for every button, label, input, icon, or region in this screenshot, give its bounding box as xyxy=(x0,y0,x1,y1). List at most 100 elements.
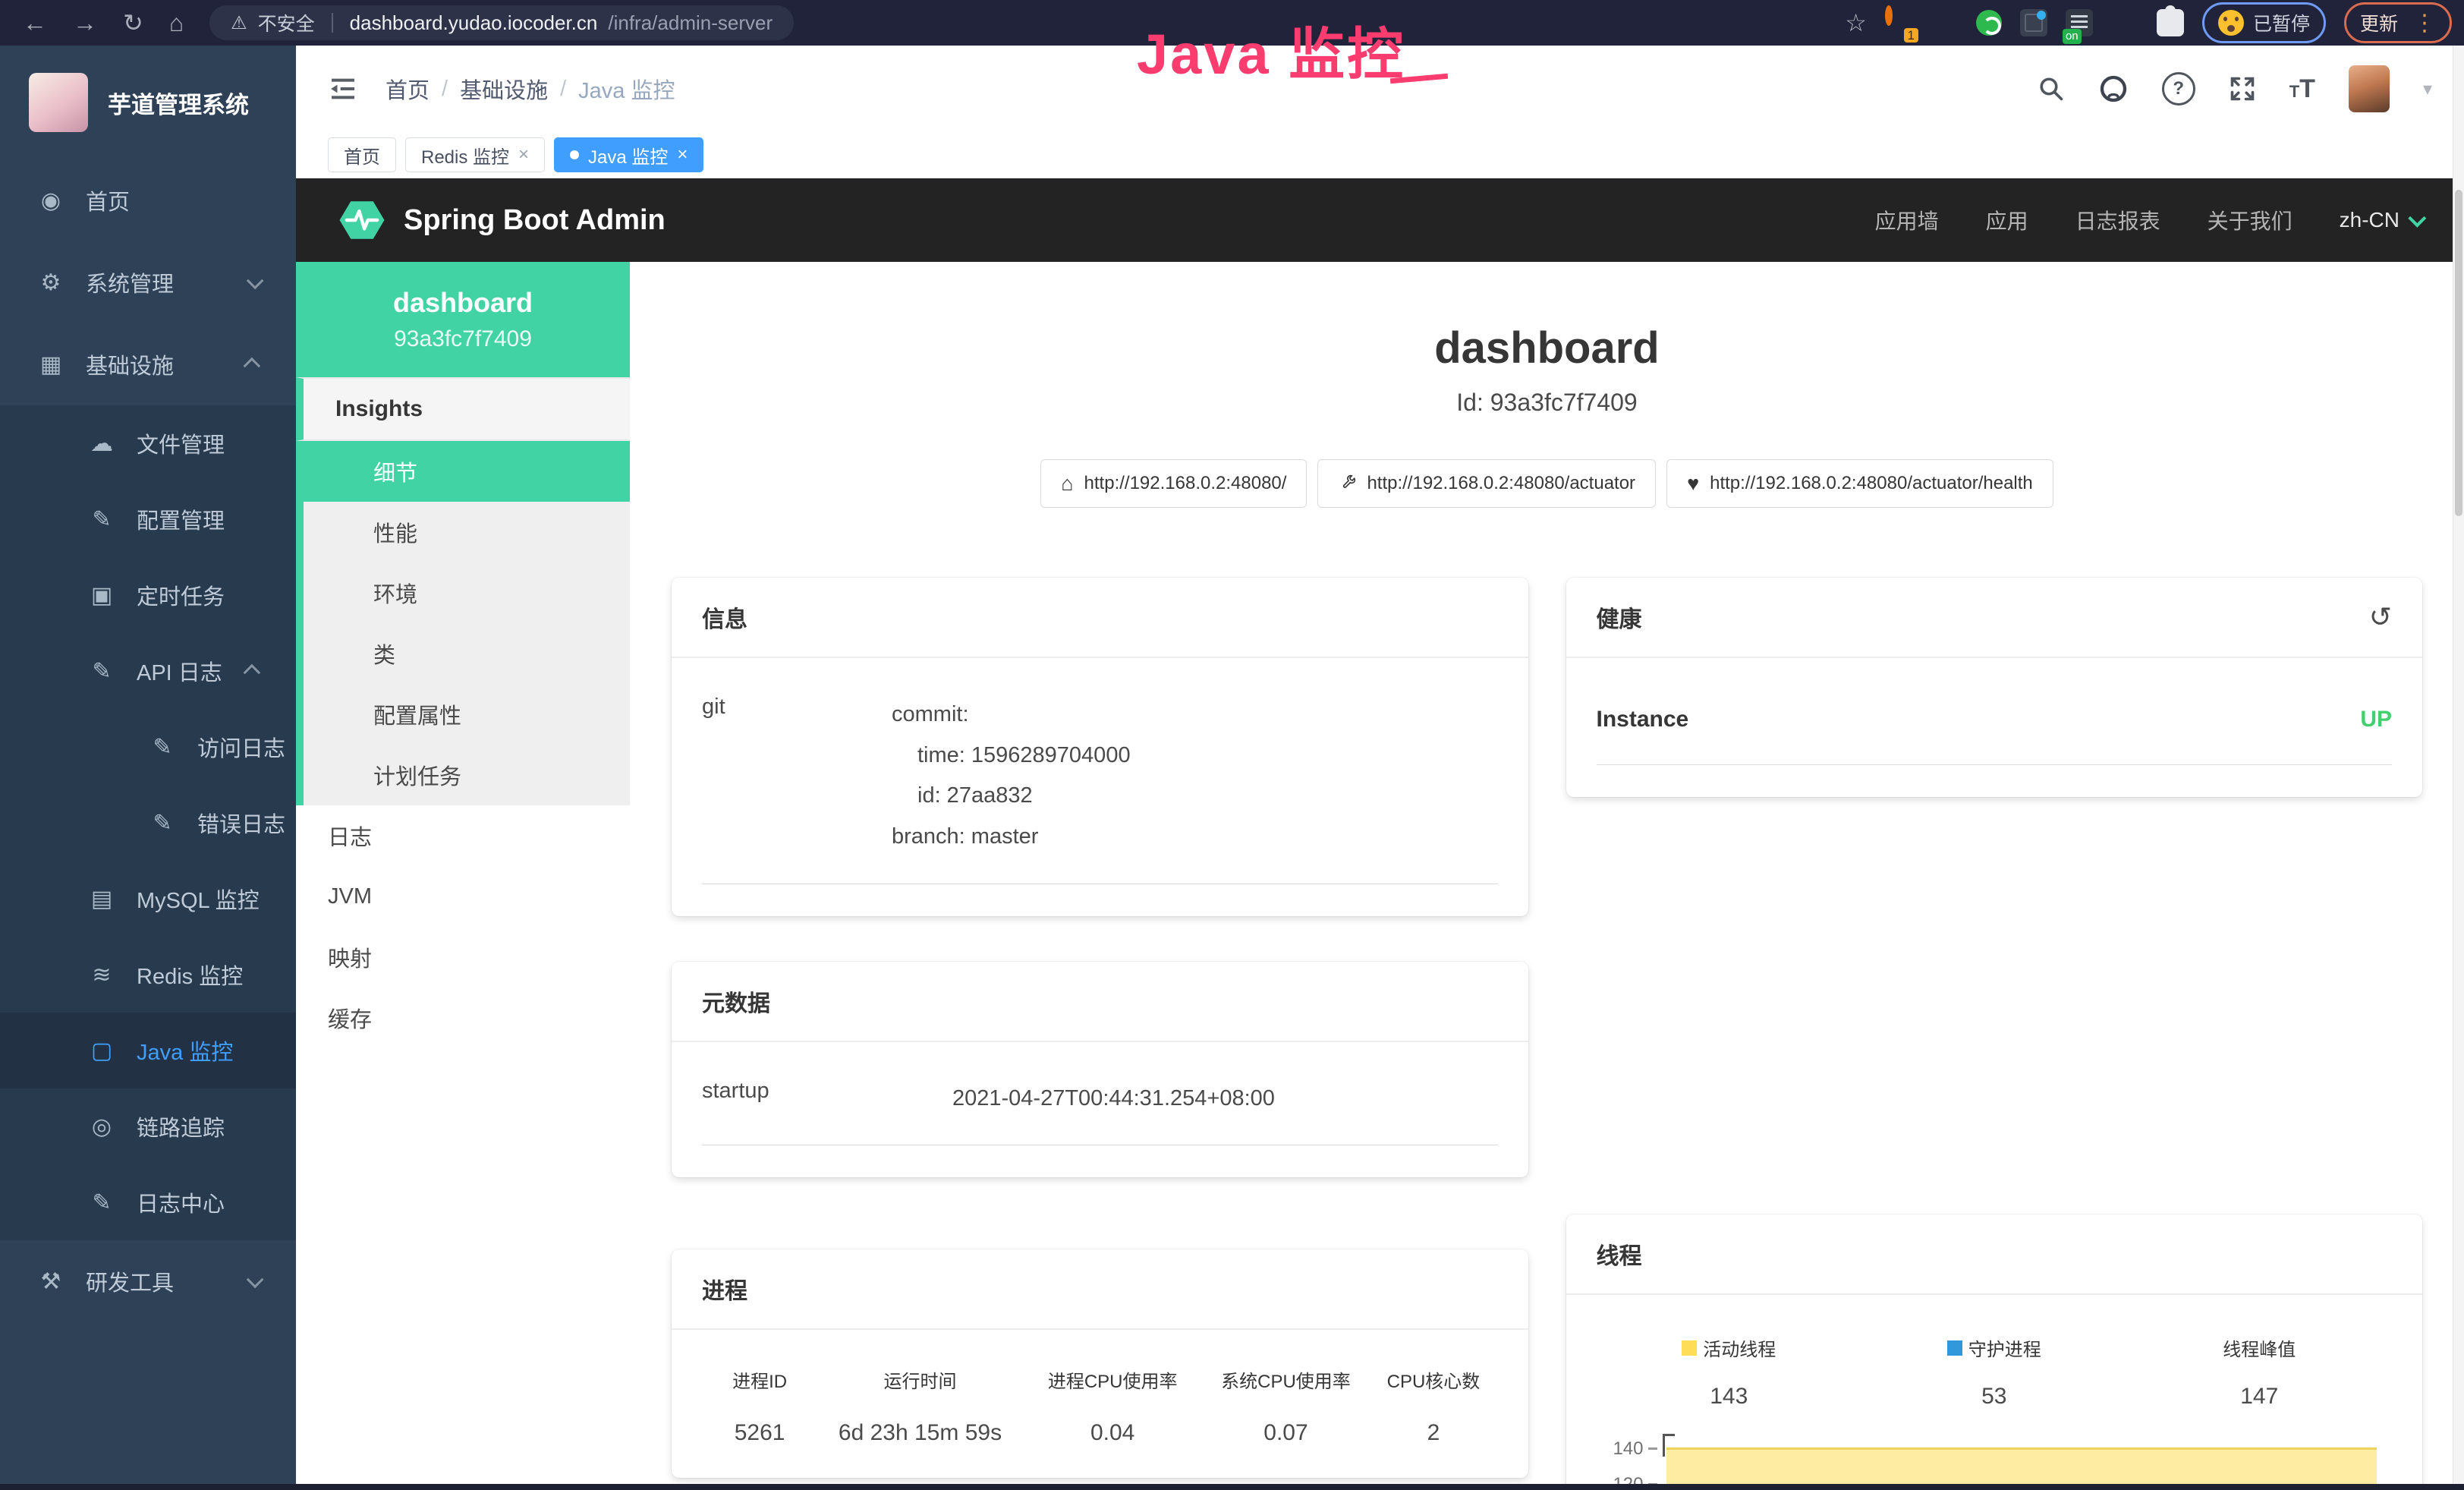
service-url-link[interactable]: ⌂ http://192.168.0.2:48080/ xyxy=(1040,459,1307,508)
sba-item-logging[interactable]: 日志 xyxy=(296,805,630,866)
chevron-down-icon xyxy=(247,1271,264,1289)
close-icon[interactable]: × xyxy=(518,144,529,165)
sidebar-item-tracing[interactable]: ◎ 链路追踪 xyxy=(0,1088,296,1164)
service-url: http://192.168.0.2:48080/ xyxy=(1084,473,1287,494)
sidebar-item-mysql-monitor[interactable]: ▤ MySQL 监控 xyxy=(0,861,296,937)
reload-icon[interactable]: ↻ xyxy=(123,8,143,37)
breadcrumb-infrastructure[interactable]: 基础设施 xyxy=(460,73,548,105)
locale-select[interactable]: zh-CN xyxy=(2340,208,2422,232)
sba-item-environment[interactable]: 环境 xyxy=(304,562,630,623)
sba-section-insights[interactable]: Insights xyxy=(296,377,630,441)
screen: ← → ↻ ⌂ ⚠ 不安全 dashboard.yudao.iocoder.cn… xyxy=(0,0,2464,1490)
instance-header[interactable]: dashboard 93a3fc7f7409 xyxy=(296,262,630,377)
sidebar-item-api-logs[interactable]: ✎ API 日志 xyxy=(0,633,296,709)
metadata-row-label: startup xyxy=(702,1079,952,1120)
close-icon[interactable]: × xyxy=(677,144,688,165)
search-icon[interactable] xyxy=(2038,75,2065,102)
tab-home[interactable]: 首页 xyxy=(328,137,396,172)
sidebar-item-files[interactable]: ☁ 文件管理 xyxy=(0,405,296,481)
breadcrumb-home[interactable]: 首页 xyxy=(385,73,430,105)
sba-item-metrics[interactable]: 性能 xyxy=(304,502,630,562)
paused-badge[interactable]: 已暂停 xyxy=(2202,2,2326,43)
sba-item-jvm[interactable]: JVM xyxy=(296,866,630,927)
forward-icon[interactable]: → xyxy=(73,9,97,37)
font-size-icon[interactable]: TT xyxy=(2289,74,2315,104)
sidebar-item-log-center[interactable]: ✎ 日志中心 xyxy=(0,1164,296,1240)
chevron-down-icon xyxy=(247,272,264,290)
sidebar-item-label: API 日志 xyxy=(137,655,222,687)
legend-value: 143 xyxy=(1710,1384,1748,1410)
help-icon[interactable]: ? xyxy=(2162,72,2195,106)
legend-daemon-threads: 守护进程 53 xyxy=(1861,1334,2127,1410)
scrollbar[interactable] xyxy=(2453,46,2464,1484)
sba-nav-wallboard[interactable]: 应用墙 xyxy=(1875,205,1939,235)
extension-list-icon[interactable]: on xyxy=(2066,9,2093,36)
sba-item-classes[interactable]: 类 xyxy=(304,623,630,684)
browser-menu-icon[interactable]: ⋮ xyxy=(2413,10,2436,36)
extension-orange-icon[interactable]: 1 xyxy=(1885,9,1912,36)
app-sidebar: 芋道管理系统 ◉ 首页 ⚙ 系统管理 ▦ 基础设施 ☁ 文件管理 xyxy=(0,46,296,1490)
sidebar-item-home[interactable]: ◉ 首页 xyxy=(0,159,296,241)
sidebar-item-java-monitor[interactable]: ▢ Java 监控 xyxy=(0,1013,296,1088)
sidebar-item-error-logs[interactable]: ✎ 错误日志 xyxy=(0,785,296,861)
tab-label: Redis 监控 xyxy=(421,142,509,169)
sba-nav-about[interactable]: 关于我们 xyxy=(2208,205,2292,235)
instance-name: dashboard xyxy=(393,287,533,319)
heart-icon: ♥ xyxy=(1687,472,1699,496)
update-button[interactable]: 更新 ⋮ xyxy=(2344,2,2452,43)
back-icon[interactable]: ← xyxy=(23,9,47,37)
sba-item-caches[interactable]: 缓存 xyxy=(296,988,630,1048)
extension-grid-icon[interactable] xyxy=(2020,9,2047,36)
fullscreen-icon[interactable] xyxy=(2229,75,2256,102)
tab-label: Java 监控 xyxy=(588,142,668,169)
health-url-link[interactable]: ♥ http://192.168.0.2:48080/actuator/heal… xyxy=(1666,459,2053,508)
tab-redis-monitor[interactable]: Redis 监控 × xyxy=(405,137,545,172)
header-actions: ? TT ▾ xyxy=(2038,65,2432,112)
update-label: 更新 xyxy=(2360,9,2398,36)
table-row: startup 2021-04-27T00:44:31.254+08:00 xyxy=(702,1079,1498,1146)
extension-pin-icon[interactable] xyxy=(1931,9,1958,36)
extension-green-icon[interactable] xyxy=(1976,10,2002,36)
sidebar-item-scheduled-jobs[interactable]: ▣ 定时任务 xyxy=(0,557,296,633)
sidebar-submenu: ☁ 文件管理 ✎ 配置管理 ▣ 定时任务 ✎ API 日志 ✎ xyxy=(0,405,296,1240)
sba-brand[interactable]: Spring Boot Admin xyxy=(338,197,666,244)
app-logo-row[interactable]: 芋道管理系统 xyxy=(0,46,296,159)
sba-item-config-props[interactable]: 配置属性 xyxy=(304,684,630,745)
sidebar-item-access-logs[interactable]: ✎ 访问日志 xyxy=(0,709,296,785)
extensions-puzzle-icon[interactable] xyxy=(2157,9,2184,36)
browser-actions: ☆ 1 on 已暂停 更新 ⋮ xyxy=(1845,2,2464,43)
home-icon[interactable]: ⌂ xyxy=(169,9,184,37)
tab-label: 首页 xyxy=(344,142,380,169)
annotation-java-monitor: Java 监控 xyxy=(1137,9,1405,90)
sba-nav-applications[interactable]: 应用 xyxy=(1986,205,2028,235)
sidebar-item-devtools[interactable]: ⚒ 研发工具 xyxy=(0,1240,296,1322)
user-menu-caret-icon[interactable]: ▾ xyxy=(2423,78,2432,100)
sba-nav-journal[interactable]: 日志报表 xyxy=(2075,205,2160,235)
info-row-label: git xyxy=(702,695,892,858)
sidebar-item-label: 链路追踪 xyxy=(137,1110,225,1142)
sidebar-item-infrastructure[interactable]: ▦ 基础设施 xyxy=(0,323,296,405)
scrollbar-thumb[interactable] xyxy=(2455,190,2462,516)
bookmark-star-icon[interactable]: ☆ xyxy=(1845,8,1867,37)
actuator-url-link[interactable]: http://192.168.0.2:48080/actuator xyxy=(1317,459,1656,508)
tab-java-monitor[interactable]: Java 监控 × xyxy=(554,137,703,172)
github-icon[interactable] xyxy=(2098,74,2129,104)
api-log-icon: ✎ xyxy=(85,658,118,685)
app-logo xyxy=(29,73,88,132)
sidebar-item-redis-monitor[interactable]: ≋ Redis 监控 xyxy=(0,937,296,1013)
collapse-menu-icon[interactable] xyxy=(328,76,358,102)
sba-item-mappings[interactable]: 映射 xyxy=(296,927,630,988)
sba-item-scheduled-tasks[interactable]: 计划任务 xyxy=(304,745,630,805)
user-avatar[interactable] xyxy=(2349,65,2390,112)
process-col-uptime: 运行时间 6d 23h 15m 59s xyxy=(817,1366,1023,1446)
address-bar[interactable]: ⚠ 不安全 dashboard.yudao.iocoder.cn /infra/… xyxy=(209,5,794,40)
table-row[interactable]: Instance UP xyxy=(1597,698,2393,765)
breadcrumb-current: Java 监控 xyxy=(578,73,675,105)
history-icon[interactable]: ↺ xyxy=(2369,601,2392,633)
sidebar-item-config[interactable]: ✎ 配置管理 xyxy=(0,481,296,557)
sidebar-item-system[interactable]: ⚙ 系统管理 xyxy=(0,241,296,323)
url-domain: dashboard.yudao.iocoder.cn xyxy=(350,11,598,35)
active-dot xyxy=(570,150,579,159)
extension-leaf-icon[interactable] xyxy=(2111,9,2138,36)
sba-item-details[interactable]: 细节 xyxy=(304,441,630,502)
